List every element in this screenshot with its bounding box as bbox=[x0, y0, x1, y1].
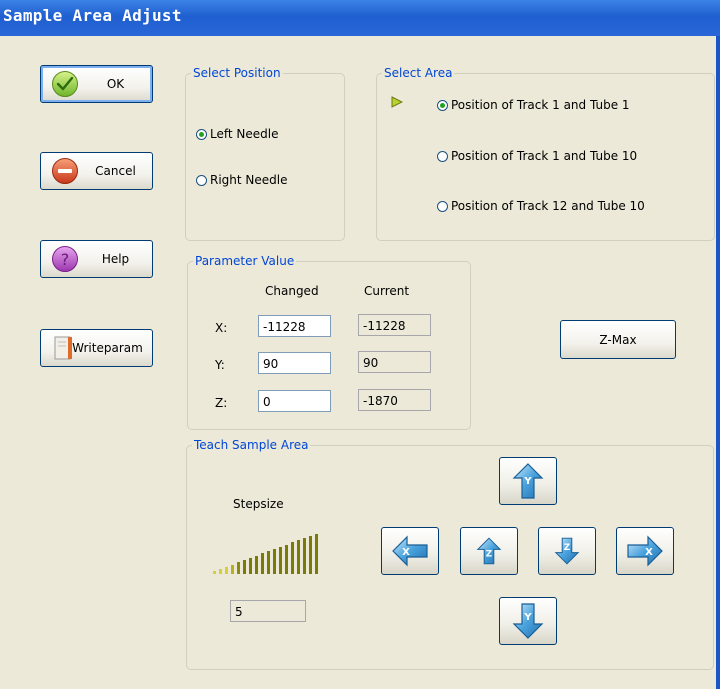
step-bar bbox=[231, 565, 234, 574]
window-title: Sample Area Adjust bbox=[3, 6, 182, 25]
teach-sample-area-legend: Teach Sample Area bbox=[194, 438, 309, 452]
stepsize-level-bars[interactable] bbox=[213, 534, 329, 574]
step-bar bbox=[261, 553, 264, 574]
step-bar bbox=[273, 549, 276, 574]
svg-text:Z: Z bbox=[564, 543, 570, 553]
z-changed-input[interactable]: 0 bbox=[258, 390, 331, 412]
step-bar bbox=[219, 569, 222, 574]
svg-text:Y: Y bbox=[523, 612, 532, 623]
move-z-down-button[interactable]: Z bbox=[538, 527, 596, 575]
cancel-button[interactable]: Cancel bbox=[40, 152, 153, 190]
move-y-up-button[interactable]: Y bbox=[499, 457, 557, 505]
step-bar bbox=[297, 540, 300, 574]
parameter-value-legend: Parameter Value bbox=[195, 254, 295, 268]
writeparam-button[interactable]: Writeparam bbox=[40, 329, 153, 367]
y-current-value: 90 bbox=[358, 351, 431, 373]
stepsize-value: 5 bbox=[230, 600, 306, 622]
ok-button-label: OK bbox=[106, 77, 125, 91]
check-icon bbox=[52, 71, 78, 97]
step-bar bbox=[237, 562, 240, 574]
svg-text:?: ? bbox=[61, 250, 70, 269]
arrow-down-icon: Y bbox=[512, 603, 544, 639]
step-bar bbox=[303, 538, 306, 574]
help-button[interactable]: ? Help bbox=[40, 240, 153, 278]
z-label: Z: bbox=[215, 396, 228, 410]
radio-track1-tube10[interactable]: Position of Track 1 and Tube 10 bbox=[437, 149, 637, 163]
z-up-icon: Z bbox=[476, 537, 502, 565]
step-bar bbox=[315, 534, 318, 574]
step-bar bbox=[291, 542, 294, 574]
select-position-group: Select Position bbox=[185, 66, 345, 241]
x-current-value: -11228 bbox=[358, 314, 431, 336]
svg-text:X: X bbox=[402, 547, 410, 558]
move-x-right-button[interactable]: X bbox=[616, 527, 674, 575]
selection-marker-icon bbox=[391, 96, 403, 108]
x-label: X: bbox=[215, 321, 228, 335]
step-bar bbox=[255, 556, 258, 574]
question-icon: ? bbox=[52, 246, 78, 272]
step-bar bbox=[279, 547, 282, 574]
select-position-legend: Select Position bbox=[193, 66, 281, 80]
minus-icon bbox=[52, 158, 78, 184]
radio-dot-selected bbox=[196, 128, 207, 140]
z-max-button[interactable]: Z-Max bbox=[560, 320, 676, 359]
radio-left-needle[interactable]: Left Needle bbox=[196, 127, 278, 141]
radio-track1-tube10-label: Position of Track 1 and Tube 10 bbox=[451, 149, 638, 163]
help-button-label: Help bbox=[101, 252, 130, 266]
z-max-button-label: Z-Max bbox=[599, 332, 637, 347]
step-bar bbox=[225, 567, 228, 574]
radio-track12-tube10-label: Position of Track 12 and Tube 10 bbox=[451, 199, 645, 213]
cancel-button-label: Cancel bbox=[95, 164, 136, 178]
step-bar bbox=[267, 551, 270, 574]
x-changed-input[interactable]: -11228 bbox=[258, 315, 331, 337]
step-bar bbox=[285, 545, 288, 574]
ok-button[interactable]: OK bbox=[40, 65, 153, 103]
z-down-icon: Z bbox=[554, 537, 580, 565]
title-bar[interactable]: Sample Area Adjust bbox=[0, 0, 720, 36]
move-y-down-button[interactable]: Y bbox=[499, 597, 557, 645]
radio-dot bbox=[437, 150, 448, 162]
radio-dot bbox=[196, 174, 207, 186]
changed-column-header: Changed bbox=[265, 284, 319, 298]
stepsize-label: Stepsize bbox=[233, 497, 284, 511]
select-area-legend: Select Area bbox=[384, 66, 453, 80]
radio-track1-tube1[interactable]: Position of Track 1 and Tube 1 bbox=[437, 98, 630, 112]
step-bar bbox=[249, 558, 252, 574]
dialog-client-area: OK Cancel ? Help Writeparam Select Posit… bbox=[0, 36, 720, 689]
step-bar bbox=[213, 571, 216, 574]
step-bar bbox=[243, 560, 246, 574]
y-label: Y: bbox=[215, 358, 225, 372]
y-changed-input[interactable]: 90 bbox=[258, 352, 331, 374]
radio-track12-tube10[interactable]: Position of Track 12 and Tube 10 bbox=[437, 199, 645, 213]
current-column-header: Current bbox=[364, 284, 410, 298]
writeparam-button-label: Writeparam bbox=[72, 341, 143, 355]
radio-dot bbox=[437, 200, 448, 212]
radio-track1-tube1-label: Position of Track 1 and Tube 1 bbox=[451, 98, 630, 112]
arrow-up-icon: Y bbox=[512, 463, 544, 499]
step-bar bbox=[309, 536, 312, 574]
radio-right-needle-label: Right Needle bbox=[210, 173, 288, 187]
z-current-value: -1870 bbox=[358, 389, 431, 411]
move-z-up-button[interactable]: Z bbox=[460, 527, 518, 575]
radio-right-needle[interactable]: Right Needle bbox=[196, 173, 288, 187]
radio-left-needle-label: Left Needle bbox=[210, 127, 279, 141]
radio-dot-selected bbox=[437, 99, 448, 111]
arrow-left-icon: X bbox=[392, 535, 428, 567]
move-x-left-button[interactable]: X bbox=[381, 527, 439, 575]
svg-text:Y: Y bbox=[523, 476, 532, 487]
arrow-right-icon: X bbox=[627, 535, 663, 567]
svg-text:X: X bbox=[645, 547, 653, 558]
svg-text:Z: Z bbox=[486, 550, 492, 560]
